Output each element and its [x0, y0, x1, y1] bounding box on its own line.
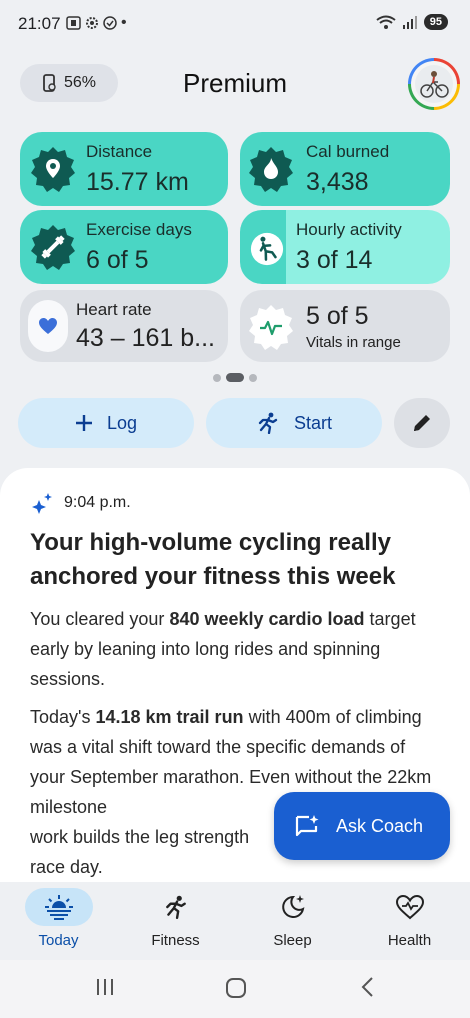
para1-highlight: 840 weekly cardio load	[169, 609, 365, 629]
signal-icon	[402, 16, 417, 29]
calories-value: 3,438	[306, 168, 369, 196]
system-navigation-bar	[0, 960, 470, 1018]
screenshot-icon	[66, 16, 81, 30]
status-dot-icon: •	[121, 14, 127, 31]
status-time: 21:07	[18, 14, 61, 33]
vitals-label: Vitals in range	[306, 334, 401, 351]
nav-item-today[interactable]: Today	[0, 882, 117, 960]
vitals-tile[interactable]: 5 of 5 Vitals in range	[240, 290, 450, 362]
vitals-value: 5 of 5	[306, 302, 369, 330]
running-icon	[258, 412, 278, 434]
insight-time: 9:04 p.m.	[64, 494, 131, 511]
hourly-activity-tile[interactable]: Hourly activity 3 of 14	[240, 210, 450, 284]
chat-sparkle-icon	[295, 815, 319, 837]
bottom-navigation: Today Fitness Sleep Health	[0, 882, 470, 960]
heart-badge	[28, 300, 68, 352]
battery-indicator: 95	[423, 14, 448, 30]
para1-text: You cleared your	[30, 609, 170, 629]
shield-icon	[103, 16, 117, 30]
ask-coach-label: Ask Coach	[336, 815, 424, 836]
hourly-activity-label: Hourly activity	[296, 220, 402, 239]
profile-photo-icon	[415, 65, 453, 103]
pager-dot[interactable]	[249, 373, 257, 382]
back-icon[interactable]	[358, 976, 378, 998]
recent-apps-icon[interactable]	[94, 976, 116, 998]
heart-rate-tile[interactable]: Heart rate 43 – 161 b...	[20, 290, 228, 362]
walking-icon	[250, 232, 284, 266]
heart-rate-value: 43 – 161 b...	[76, 324, 216, 352]
para2-highlight: 14.18 km trail run	[95, 707, 244, 727]
distance-label: Distance	[86, 142, 153, 161]
moon-icon	[281, 895, 304, 918]
pager-dot-active[interactable]	[226, 373, 244, 382]
flame-icon	[249, 147, 293, 192]
start-button[interactable]: Start	[206, 398, 382, 448]
distance-tile[interactable]: Distance 15.77 km	[20, 132, 228, 206]
dumbbell-icon	[31, 225, 75, 270]
exercise-days-value: 6 of 5	[86, 246, 149, 274]
gear-icon	[86, 17, 98, 29]
ask-coach-button[interactable]: Ask Coach	[274, 792, 450, 860]
nav-label-sleep: Sleep	[273, 932, 312, 949]
page-title: Premium	[182, 68, 287, 98]
sunrise-icon	[44, 895, 73, 920]
home-icon[interactable]	[224, 976, 248, 1000]
tile-pager-dots[interactable]	[0, 373, 470, 382]
calories-label: Cal burned	[306, 142, 390, 161]
para2-text: Today's	[30, 707, 96, 727]
status-notification-icons: •	[66, 14, 127, 32]
edit-button[interactable]	[394, 398, 450, 448]
nav-label-today: Today	[38, 932, 79, 949]
status-bar: 21:07 • 95	[0, 0, 470, 48]
plus-icon	[75, 415, 92, 431]
heart-pulse-icon	[395, 894, 424, 920]
nav-label-health: Health	[387, 932, 432, 949]
nav-item-health[interactable]: Health	[351, 882, 468, 960]
insight-headline: Your high-volume cycling really anchored…	[30, 529, 396, 590]
location-pin-icon	[31, 147, 75, 192]
exercise-days-tile[interactable]: Exercise days 6 of 5	[20, 210, 228, 284]
pager-dot[interactable]	[213, 373, 221, 382]
avatar[interactable]	[408, 58, 460, 110]
exercise-days-label: Exercise days	[86, 220, 192, 239]
heart-icon	[39, 318, 57, 334]
start-button-label: Start	[293, 412, 332, 433]
nav-item-fitness[interactable]: Fitness	[117, 882, 234, 960]
calories-tile[interactable]: Cal burned 3,438	[240, 132, 450, 206]
distance-value: 15.77 km	[86, 168, 189, 196]
nav-item-sleep[interactable]: Sleep	[234, 882, 351, 960]
wifi-icon	[376, 15, 396, 29]
hourly-activity-value: 3 of 14	[296, 246, 373, 274]
vitals-pulse-icon	[249, 305, 293, 350]
sparkle-icon	[32, 493, 52, 514]
pencil-icon	[414, 415, 430, 431]
log-button[interactable]: Log	[18, 398, 194, 448]
running-icon	[165, 895, 186, 919]
log-button-label: Log	[106, 412, 138, 433]
insight-paragraph-1: You cleared your 840 weekly cardio load …	[30, 604, 450, 694]
nav-label-fitness: Fitness	[151, 932, 200, 949]
heart-rate-label: Heart rate	[76, 300, 152, 319]
